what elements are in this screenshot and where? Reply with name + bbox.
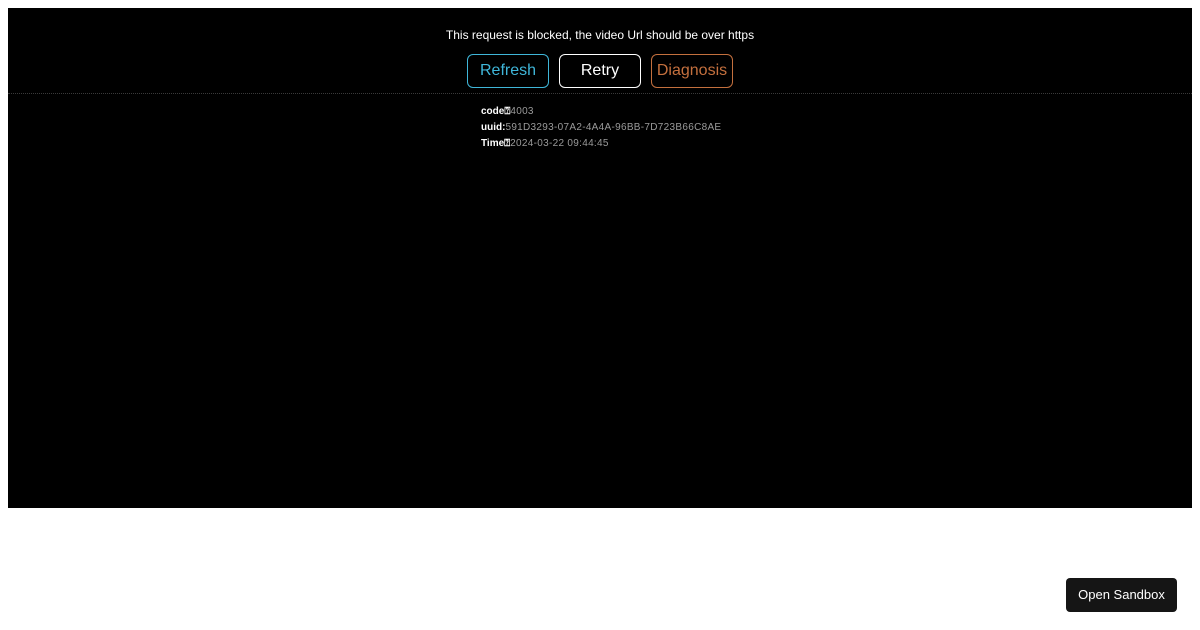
refresh-button[interactable]: Refresh bbox=[467, 54, 549, 88]
error-actions: Refresh Retry Diagnosis bbox=[8, 54, 1192, 88]
error-message: This request is blocked, the video Url s… bbox=[445, 28, 755, 42]
divider bbox=[8, 93, 1192, 94]
uuid-value: 591D3293-07A2-4A4A-96BB-7D723B66C8AE bbox=[505, 122, 722, 133]
time-row: Time⍰2024-03-22 09:44:45 bbox=[481, 136, 721, 152]
uuid-label: uuid bbox=[481, 122, 503, 133]
time-value: 2024-03-22 09:44:45 bbox=[510, 138, 609, 149]
diagnosis-button[interactable]: Diagnosis bbox=[651, 54, 733, 88]
error-code-row: code⍰4003 bbox=[481, 104, 721, 120]
retry-button[interactable]: Retry bbox=[559, 54, 641, 88]
video-player: This request is blocked, the video Url s… bbox=[8, 8, 1192, 508]
open-sandbox-button[interactable]: Open Sandbox bbox=[1066, 578, 1177, 612]
code-value: 4003 bbox=[510, 106, 534, 117]
code-label: code bbox=[481, 106, 505, 117]
uuid-row: uuid:591D3293-07A2-4A4A-96BB-7D723B66C8A… bbox=[481, 120, 721, 136]
time-label: Time bbox=[481, 138, 505, 149]
error-details: code⍰4003 uuid:591D3293-07A2-4A4A-96BB-7… bbox=[481, 104, 721, 152]
